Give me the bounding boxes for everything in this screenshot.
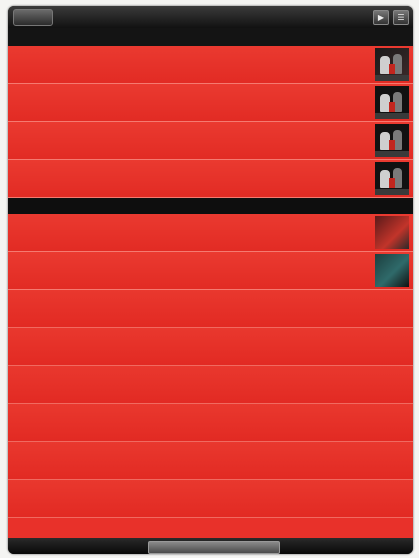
empty-row <box>8 480 413 518</box>
empty-row <box>8 290 413 328</box>
empty-row <box>8 404 413 442</box>
empty-row <box>8 366 413 404</box>
top-toolbar: ▶ ☰ <box>8 6 413 28</box>
empty-row <box>8 442 413 480</box>
list-item[interactable] <box>8 84 413 122</box>
bottom-action-button[interactable] <box>148 541 280 554</box>
list-item[interactable] <box>8 122 413 160</box>
share-icon[interactable]: ▶ <box>373 10 389 25</box>
thumbnail-image <box>375 48 409 81</box>
list-section-1 <box>8 46 413 198</box>
thumbnail-image <box>375 162 409 195</box>
empty-row <box>8 328 413 366</box>
toolbar-icons: ▶ ☰ <box>373 10 409 25</box>
list-item[interactable] <box>8 160 413 198</box>
bottom-toolbar <box>8 538 413 554</box>
list-item[interactable] <box>8 252 413 290</box>
list-item[interactable] <box>8 46 413 84</box>
section-header-2 <box>8 200 413 214</box>
menu-icon[interactable]: ☰ <box>393 10 409 25</box>
section-header-1 <box>8 28 413 46</box>
list-item[interactable] <box>8 214 413 252</box>
list-section-2 <box>8 214 413 538</box>
thumbnail-image <box>375 124 409 157</box>
album-art-image <box>375 216 409 249</box>
back-button[interactable] <box>13 9 53 26</box>
thumbnail-image <box>375 86 409 119</box>
app-window: ▶ ☰ <box>8 6 413 554</box>
album-art-image <box>375 254 409 287</box>
